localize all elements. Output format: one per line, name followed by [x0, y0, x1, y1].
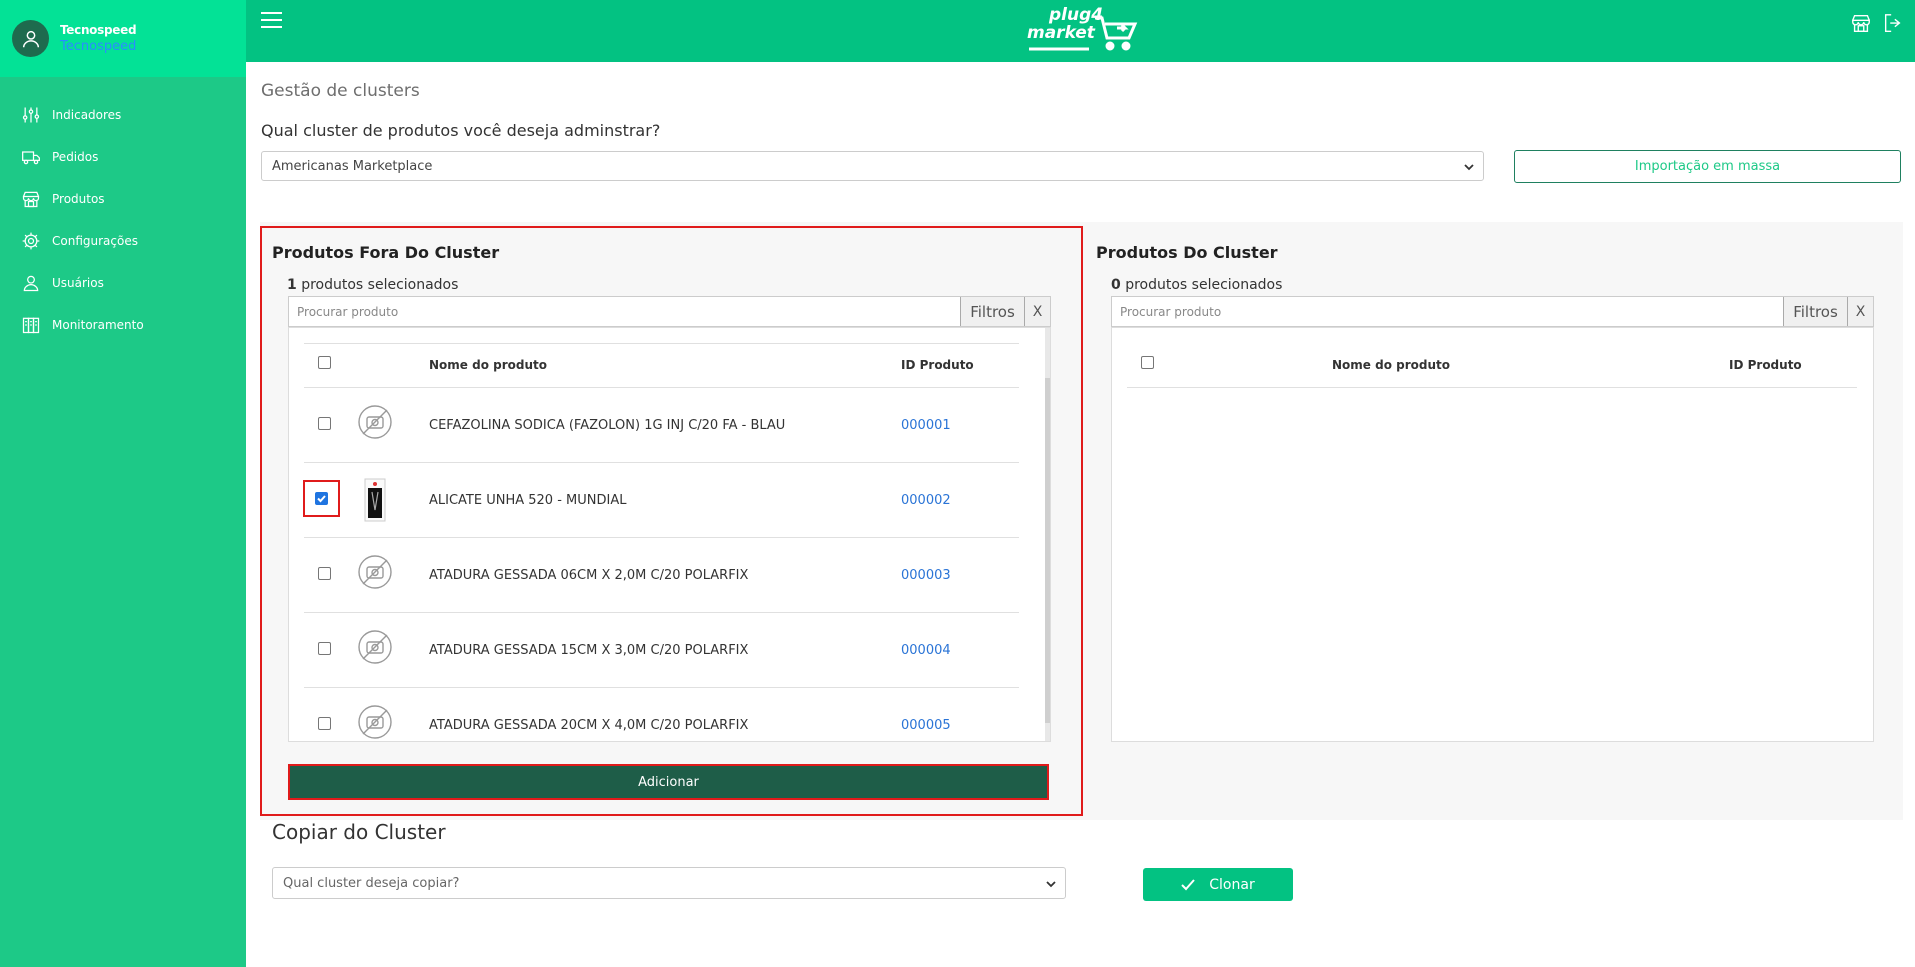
user-name: Tecnospeed	[60, 23, 137, 37]
left-clear-button[interactable]: X	[1024, 297, 1050, 326]
left-products-table: Nome do produto ID Produto CEFAZOLINA SO…	[288, 327, 1051, 742]
product-name: CEFAZOLINA SODICA (FAZOLON) 1G INJ C/20 …	[429, 418, 786, 433]
topbar: plug4 market	[246, 0, 1915, 62]
sliders-icon	[22, 107, 40, 123]
product-id-link[interactable]: 000002	[901, 493, 951, 508]
sidebar-item-label: Produtos	[52, 192, 105, 206]
select-all-checkbox[interactable]	[1141, 356, 1154, 369]
page-title: Gestão de clusters	[261, 81, 420, 101]
check-icon	[1181, 878, 1196, 890]
add-to-cluster-button[interactable]: Adicionar	[288, 764, 1049, 800]
table-scrollbar-thumb[interactable]	[1045, 378, 1050, 723]
right-selected-number: 0	[1111, 277, 1121, 293]
col-header-name: Nome do produto	[429, 358, 547, 372]
sidebar-item-usuarios[interactable]: Usuários	[0, 262, 246, 304]
left-filters-button[interactable]: Filtros	[960, 297, 1024, 326]
right-search-bar: Filtros X	[1111, 296, 1874, 327]
product-name: ATADURA GESSADA 15CM X 3,0M C/20 POLARFI…	[429, 643, 749, 658]
sidebar-item-label: Pedidos	[52, 150, 99, 164]
copy-cluster-title: Copiar do Cluster	[272, 820, 446, 844]
logo-line2: market	[1027, 23, 1095, 43]
left-search-bar: Filtros X	[288, 296, 1051, 327]
truck-icon	[22, 151, 40, 165]
cluster-select[interactable]: Americanas Marketplace	[261, 151, 1484, 181]
store-icon	[22, 191, 40, 208]
sidebar-item-label: Usuários	[52, 276, 104, 290]
sidebar-item-indicadores[interactable]: Indicadores	[0, 94, 246, 136]
right-clear-button[interactable]: X	[1847, 297, 1873, 326]
product-id-link[interactable]: 000003	[901, 568, 951, 583]
select-all-checkbox[interactable]	[318, 356, 331, 369]
building-icon	[22, 317, 40, 334]
col-header-id: ID Produto	[1729, 358, 1802, 372]
row-checkbox[interactable]	[315, 492, 328, 505]
right-filters-button[interactable]: Filtros	[1783, 297, 1847, 326]
right-panel-title: Produtos Do Cluster	[1096, 243, 1278, 262]
clone-button-label: Clonar	[1209, 876, 1255, 893]
sidebar-item-configuracoes[interactable]: Configurações	[0, 220, 246, 262]
no-image-icon	[358, 630, 392, 664]
sidebar: Tecnospeed Tecnospeed Indicadores Pedido…	[0, 0, 246, 967]
left-panel-title: Produtos Fora Do Cluster	[272, 243, 500, 262]
right-search-input[interactable]	[1112, 297, 1783, 326]
gear-icon	[22, 232, 40, 250]
cluster-question: Qual cluster de produtos você deseja adm…	[261, 121, 661, 140]
user-header: Tecnospeed Tecnospeed	[0, 0, 246, 77]
left-selected-number: 1	[287, 277, 297, 293]
user-avatar-icon	[22, 30, 39, 47]
cart-logo-icon	[1095, 16, 1138, 51]
clone-button[interactable]: Clonar	[1143, 868, 1293, 901]
row-checkbox[interactable]	[318, 417, 331, 430]
row-checkbox[interactable]	[318, 717, 331, 730]
bulk-import-button[interactable]: Importação em massa	[1514, 150, 1901, 183]
user-icon	[23, 275, 39, 292]
row-checkbox[interactable]	[318, 567, 331, 580]
avatar[interactable]	[12, 20, 49, 57]
sidebar-item-pedidos[interactable]: Pedidos	[0, 136, 246, 178]
product-id-link[interactable]: 000001	[901, 418, 951, 433]
left-search-input[interactable]	[289, 297, 960, 326]
chevron-down-icon	[1464, 164, 1474, 171]
copy-cluster-select[interactable]: Qual cluster deseja copiar?	[272, 867, 1066, 899]
menu-toggle-icon[interactable]	[261, 12, 282, 28]
left-selected-count: 1 produtos selecionados	[287, 277, 458, 293]
product-id-link[interactable]: 000004	[901, 643, 951, 658]
right-selected-count: 0 produtos selecionados	[1111, 277, 1282, 293]
copy-cluster-placeholder: Qual cluster deseja copiar?	[283, 875, 460, 891]
chevron-down-icon	[1046, 881, 1056, 888]
user-company: Tecnospeed	[60, 39, 137, 54]
no-image-icon	[358, 555, 392, 589]
no-image-icon	[358, 405, 392, 439]
left-selected-label: produtos selecionados	[296, 277, 459, 293]
col-header-name: Nome do produto	[1332, 358, 1450, 372]
checkmark-icon	[317, 495, 326, 503]
row-checkbox[interactable]	[318, 642, 331, 655]
product-name: ATADURA GESSADA 06CM X 2,0M C/20 POLARFI…	[429, 568, 749, 583]
product-name: ALICATE UNHA 520 - MUNDIAL	[429, 493, 627, 508]
sidebar-item-monitoramento[interactable]: Monitoramento	[0, 304, 246, 346]
sidebar-item-label: Configurações	[52, 234, 138, 248]
product-image	[364, 478, 386, 522]
no-image-icon	[358, 705, 392, 739]
store-icon[interactable]	[1850, 12, 1872, 34]
sidebar-item-label: Monitoramento	[52, 318, 144, 332]
plug4market-logo: plug4 market	[1027, 6, 1141, 54]
col-header-id: ID Produto	[901, 358, 974, 372]
product-id-link[interactable]: 000005	[901, 718, 951, 733]
sidebar-item-label: Indicadores	[52, 108, 122, 122]
logout-icon[interactable]	[1882, 12, 1904, 34]
product-name: ATADURA GESSADA 20CM X 4,0M C/20 POLARFI…	[429, 718, 749, 733]
right-selected-label: produtos selecionados	[1120, 277, 1283, 293]
right-products-table: Nome do produto ID Produto	[1111, 327, 1874, 742]
sidebar-item-produtos[interactable]: Produtos	[0, 178, 246, 220]
cluster-select-value: Americanas Marketplace	[272, 158, 433, 174]
sidebar-nav: Indicadores Pedidos Produtos Configuraçõ…	[0, 94, 246, 346]
